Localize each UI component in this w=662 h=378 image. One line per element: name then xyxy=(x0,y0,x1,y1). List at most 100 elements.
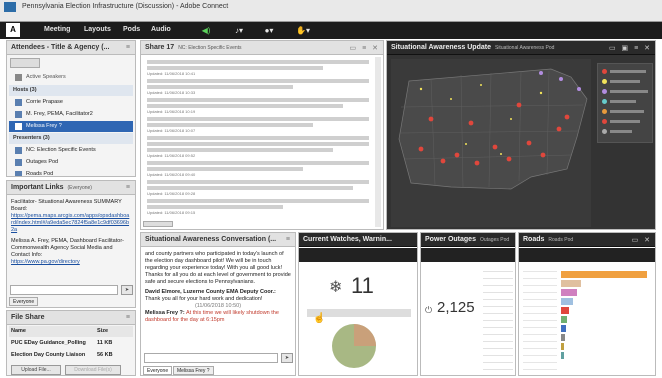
upload-file-button[interactable]: Upload File... xyxy=(11,365,61,375)
page-control[interactable] xyxy=(143,221,173,227)
update-timestamp: Updated: 11/06/2018 10:07 xyxy=(147,128,196,133)
tab-everyone[interactable]: Everyone xyxy=(143,366,173,375)
roads-pod-header: Roads Roads Pod ▭ ✕ xyxy=(519,233,655,247)
outages-list[interactable] xyxy=(483,265,513,373)
file-share-title: File Share xyxy=(11,314,45,321)
tab-private-chat[interactable]: Melissa Frey ? xyxy=(173,366,214,375)
map-title-sub: Situational Awareness Pod xyxy=(494,45,555,51)
tab-everyone[interactable]: Everyone xyxy=(9,297,39,306)
attendees-pod: Attendees - Title & Agency (... ≡ Active… xyxy=(6,40,136,177)
attendee-row-selected[interactable]: Melissa Frey ? xyxy=(9,121,133,132)
attendee-row[interactable]: M. Frey, PEMA, Facilitator2 xyxy=(9,109,133,120)
scrollbar[interactable] xyxy=(375,57,381,227)
menu-audio[interactable]: Audio xyxy=(151,26,171,33)
attendee-row[interactable]: NC: Election Specific Events xyxy=(9,145,133,156)
attendee-row[interactable]: Corrie Prapase xyxy=(9,97,133,108)
attendee-row[interactable]: Roads Pod xyxy=(9,169,133,177)
links-content: Facilitator- Situational Awareness SUMMA… xyxy=(11,199,131,266)
links-title-sub: (Everyone) xyxy=(67,185,92,191)
map-pod-header: Situational Awareness Update Situational … xyxy=(387,41,655,55)
pod-options-icon[interactable]: ≡ xyxy=(126,184,132,191)
share-title-sub: NC: Election Specific Events xyxy=(178,45,242,51)
legend-marker-icon xyxy=(602,109,607,114)
important-links-pod: Important Links (Everyone) ≡ Facilitator-… xyxy=(6,180,136,308)
legend-marker-icon xyxy=(602,129,607,134)
webcam-icon[interactable]: ●▾ xyxy=(258,25,280,36)
roads-list[interactable] xyxy=(523,265,557,373)
map-canvas[interactable] xyxy=(391,59,591,227)
legend-line xyxy=(610,130,632,133)
file-name: PUC EDay Guidance_Polling xyxy=(11,340,86,346)
road-bar xyxy=(561,343,564,350)
download-file-button[interactable]: Download File(s) xyxy=(65,365,121,375)
adobe-logo-icon: A xyxy=(6,23,20,37)
links-input[interactable] xyxy=(10,285,118,295)
file-size: 56 KB xyxy=(97,352,113,358)
update-timestamp: Updated: 11/06/2018 09:28 xyxy=(147,191,196,196)
pod-window-controls-icon[interactable]: ▭ ✕ xyxy=(632,236,652,244)
microphone-icon[interactable]: ♪▾ xyxy=(228,25,250,36)
window-titlebar: Pennsylvania Election Infrastructure (Di… xyxy=(0,0,662,22)
road-bar xyxy=(561,307,569,314)
text-line xyxy=(147,85,293,89)
presenters-group[interactable]: Presenters (3) xyxy=(9,133,133,144)
file-row[interactable]: Election Day County Liaison 56 KB xyxy=(9,350,133,361)
chat-timestamp: (11/06/2018 10:50) xyxy=(194,303,242,309)
host-icon xyxy=(15,99,22,106)
legend-line xyxy=(610,80,640,83)
watches-pod-title: Current Watches, Warnin... xyxy=(303,236,392,243)
app-icon xyxy=(4,2,16,12)
view-toggle-button[interactable] xyxy=(10,58,40,68)
presenter-icon xyxy=(15,147,22,154)
pod-window-controls-icon[interactable]: ▭ ▣ ≡ ✕ xyxy=(609,44,652,52)
chat-input[interactable] xyxy=(144,353,278,363)
road-bar xyxy=(561,298,573,305)
roads-pod: Roads Roads Pod ▭ ✕ xyxy=(518,232,656,376)
pod-window-controls-icon[interactable]: ▭ ≡ ✕ xyxy=(350,44,380,52)
link-1-url[interactable]: https://pema.maps.arcgis.com/apps/opsdas… xyxy=(11,213,131,234)
legend-marker-icon xyxy=(602,79,607,84)
attendee-row[interactable]: Outages Pod xyxy=(9,157,133,168)
legend-marker-icon xyxy=(602,99,607,104)
col-name-header[interactable]: Name xyxy=(11,328,26,334)
map-legend xyxy=(597,63,653,143)
watches-pie-chart xyxy=(332,324,376,368)
map-title-text: Situational Awareness Update xyxy=(391,44,491,51)
hosts-group[interactable]: Hosts (3) xyxy=(9,85,133,96)
presenters-group-label: Presenters (3) xyxy=(13,135,50,141)
text-line xyxy=(147,123,313,127)
text-line xyxy=(147,142,369,146)
text-line xyxy=(147,117,369,121)
pod-options-icon[interactable]: ≡ xyxy=(286,236,292,243)
cursor-icon: ☝ xyxy=(313,313,326,324)
attendee-name: M. Frey, PEMA, Facilitator2 xyxy=(26,111,93,117)
menu-layouts[interactable]: Layouts xyxy=(84,26,111,33)
share-title-text: Share 17 xyxy=(145,44,175,51)
host-icon xyxy=(15,111,22,118)
text-line xyxy=(147,66,323,70)
col-size-header[interactable]: Size xyxy=(97,326,108,337)
text-line xyxy=(147,104,343,108)
chat-messages: and county partners who participated in … xyxy=(145,251,291,324)
roads-pod-title: Roads Roads Pod xyxy=(523,236,573,243)
pod-options-icon[interactable]: ≡ xyxy=(126,314,132,321)
links-pod-header: Important Links (Everyone) ≡ xyxy=(7,181,135,195)
legend-line xyxy=(610,70,646,73)
menu-pods[interactable]: Pods xyxy=(123,26,140,33)
conversation-pod: Situational Awareness Conversation (... … xyxy=(140,232,296,376)
menu-meeting[interactable]: Meeting xyxy=(44,26,70,33)
link-2-url[interactable]: https://www.pa.gov/directory xyxy=(11,259,131,266)
attendee-name: Roads Pod xyxy=(26,171,54,177)
send-icon[interactable]: ➤ xyxy=(281,353,293,363)
attendees-pod-title: Attendees - Title & Agency (... xyxy=(11,44,110,51)
file-name: Election Day County Liaison xyxy=(11,352,86,358)
outages-pod-title: Power Outages Outages Pod xyxy=(425,236,509,243)
raise-hand-icon[interactable]: ✋▾ xyxy=(292,25,314,36)
speaker-icon[interactable]: ◀) xyxy=(195,25,217,36)
share-pod-header: Share 17 NC: Election Specific Events ▭ ≡… xyxy=(141,41,383,55)
send-icon[interactable]: ➤ xyxy=(121,285,133,295)
pod-options-icon[interactable]: ≡ xyxy=(126,44,132,51)
chat-author: Melissa Frey ?: xyxy=(145,310,185,316)
file-row[interactable]: PUC EDay Guidance_Polling 11 KB xyxy=(9,338,133,349)
active-speakers-row: Active Speakers xyxy=(9,72,133,83)
